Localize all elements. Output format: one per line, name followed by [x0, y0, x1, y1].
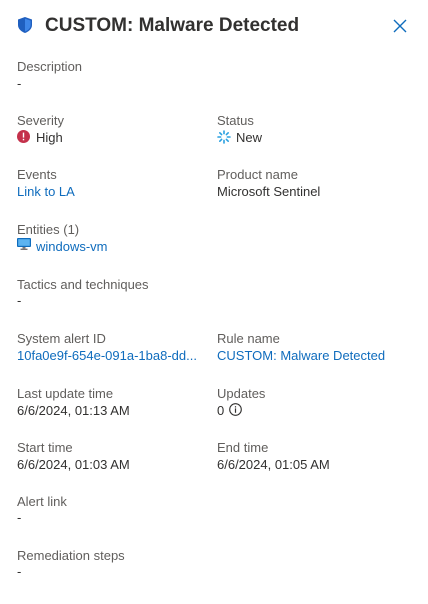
severity-label: Severity — [17, 113, 64, 128]
end-time-label: End time — [217, 440, 269, 455]
updates-label: Updates — [217, 386, 266, 401]
system-alert-id-label: System alert ID — [17, 331, 106, 346]
close-icon[interactable] — [392, 18, 408, 34]
new-status-icon — [217, 130, 231, 144]
rule-name-link[interactable]: CUSTOM: Malware Detected — [217, 348, 385, 363]
severity-value: High — [36, 130, 63, 145]
virtual-machine-icon — [17, 238, 31, 250]
end-time-value: 6/6/2024, 01:05 AM — [217, 457, 330, 472]
remediation-steps-label: Remediation steps — [17, 548, 125, 563]
status-value: New — [236, 130, 263, 145]
start-time-label: Start time — [17, 440, 73, 455]
alert-link-label: Alert link — [17, 494, 67, 509]
entities-label: Entities (1) — [17, 222, 80, 237]
tactics-value: - — [17, 293, 22, 308]
info-icon[interactable] — [229, 403, 242, 416]
alert-link-value: - — [17, 510, 22, 525]
product-name-label: Product name — [217, 167, 298, 182]
last-update-time-value: 6/6/2024, 01:13 AM — [17, 403, 130, 418]
description-value: - — [17, 76, 22, 91]
last-update-time-label: Last update time — [17, 386, 114, 401]
entity-link-windows-vm[interactable]: windows-vm — [36, 239, 108, 254]
alert-circle-icon — [17, 130, 30, 143]
panel-header: CUSTOM: Malware Detected — [0, 0, 428, 54]
status-label: Status — [217, 113, 254, 128]
system-alert-id-link[interactable]: 10fa0e9f-654e-091a-1ba8-dd... — [17, 348, 197, 363]
tactics-label: Tactics and techniques — [17, 277, 149, 292]
updates-value: 0 — [217, 403, 225, 418]
rule-name-label: Rule name — [217, 331, 280, 346]
start-time-value: 6/6/2024, 01:03 AM — [17, 457, 130, 472]
remediation-steps-value: - — [17, 564, 22, 579]
shield-icon — [18, 17, 32, 33]
description-label: Description — [17, 59, 83, 74]
events-link[interactable]: Link to LA — [17, 184, 75, 199]
panel-title: CUSTOM: Malware Detected — [45, 15, 300, 36]
product-name-value: Microsoft Sentinel — [217, 184, 321, 199]
events-label: Events — [17, 167, 57, 182]
